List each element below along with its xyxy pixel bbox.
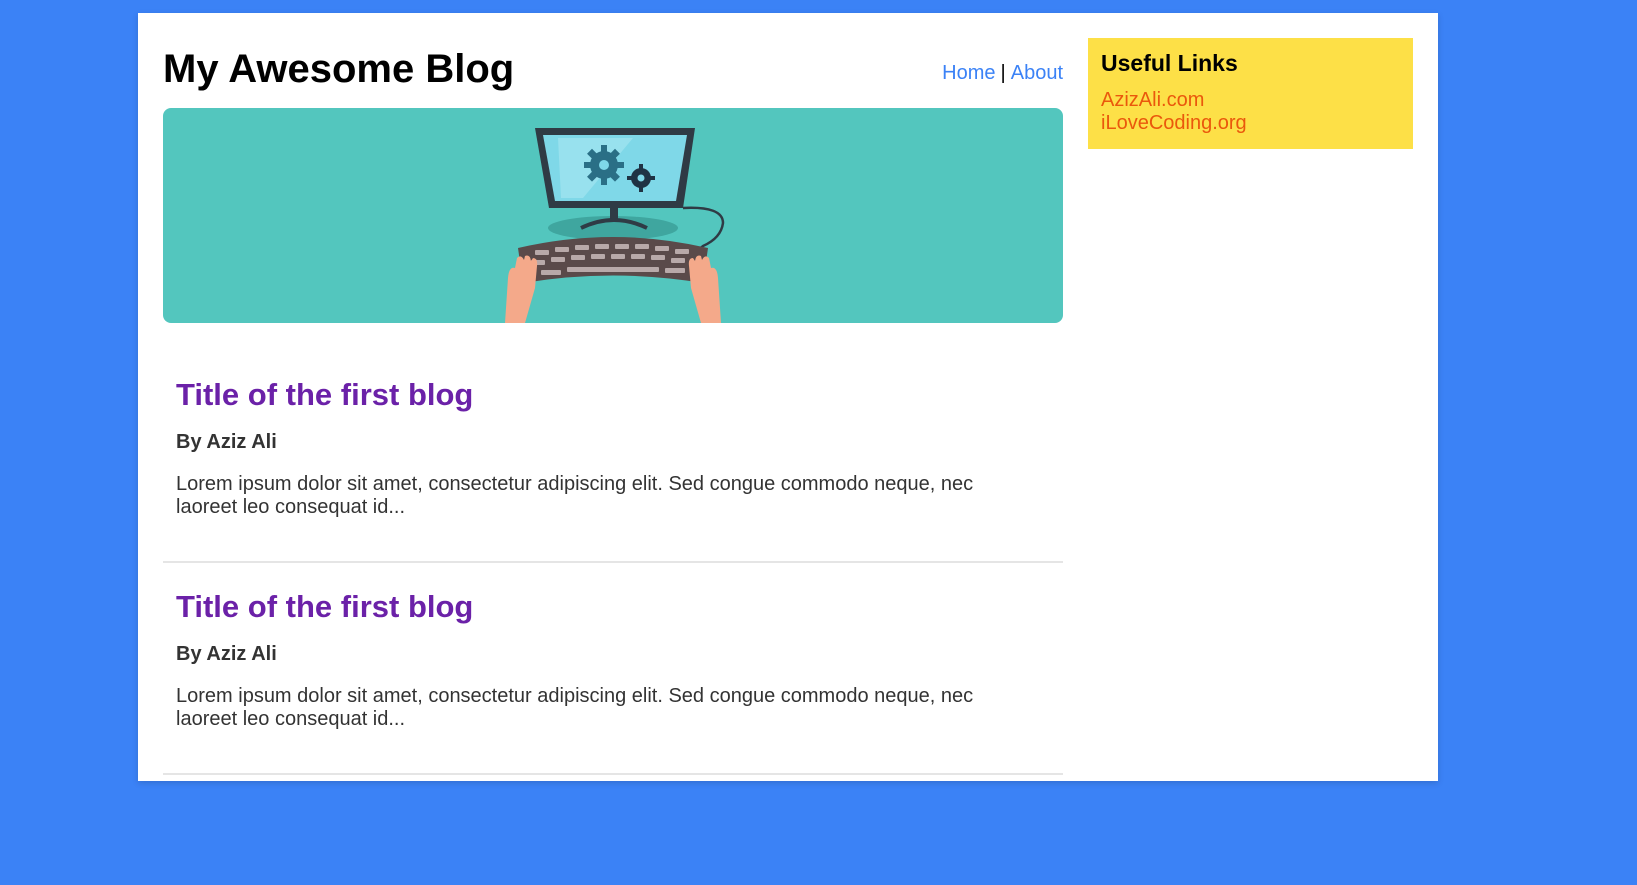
computer-keyboard-illustration (505, 128, 725, 323)
post-title[interactable]: Title of the first blog (176, 377, 473, 413)
post-author: By Aziz Ali (176, 431, 277, 453)
sidebar-link-ilovecoding[interactable]: iLoveCoding.org (1101, 112, 1400, 135)
nav-link-home[interactable]: Home (942, 62, 995, 84)
nav-separator: | (1000, 62, 1006, 84)
post-card: Title of the first blog By Aziz Ali Lore… (163, 563, 1063, 775)
post-title[interactable]: Title of the first blog (176, 589, 473, 625)
post-excerpt: Lorem ipsum dolor sit amet, consectetur … (176, 473, 974, 518)
post-author: By Aziz Ali (176, 643, 277, 665)
main-column: My Awesome Blog Home | About Title of th… (163, 13, 1063, 775)
sidebar-link-azizali[interactable]: AzizAli.com (1101, 89, 1400, 112)
main-nav: Home | About (942, 62, 1063, 85)
page-container: My Awesome Blog Home | About Title of th… (138, 13, 1438, 781)
post-excerpt: Lorem ipsum dolor sit amet, consectetur … (176, 685, 974, 730)
site-title: My Awesome Blog (163, 47, 515, 91)
post-list: Title of the first blog By Aziz Ali Lore… (163, 351, 1063, 775)
site-header: My Awesome Blog Home | About (163, 13, 1063, 108)
hero-banner (163, 108, 1063, 323)
nav-link-about[interactable]: About (1011, 62, 1063, 84)
useful-links-sidebar: Useful Links AzizAli.com iLoveCoding.org (1088, 38, 1413, 149)
post-card: Title of the first blog By Aziz Ali Lore… (163, 351, 1063, 563)
sidebar-title: Useful Links (1101, 50, 1238, 76)
